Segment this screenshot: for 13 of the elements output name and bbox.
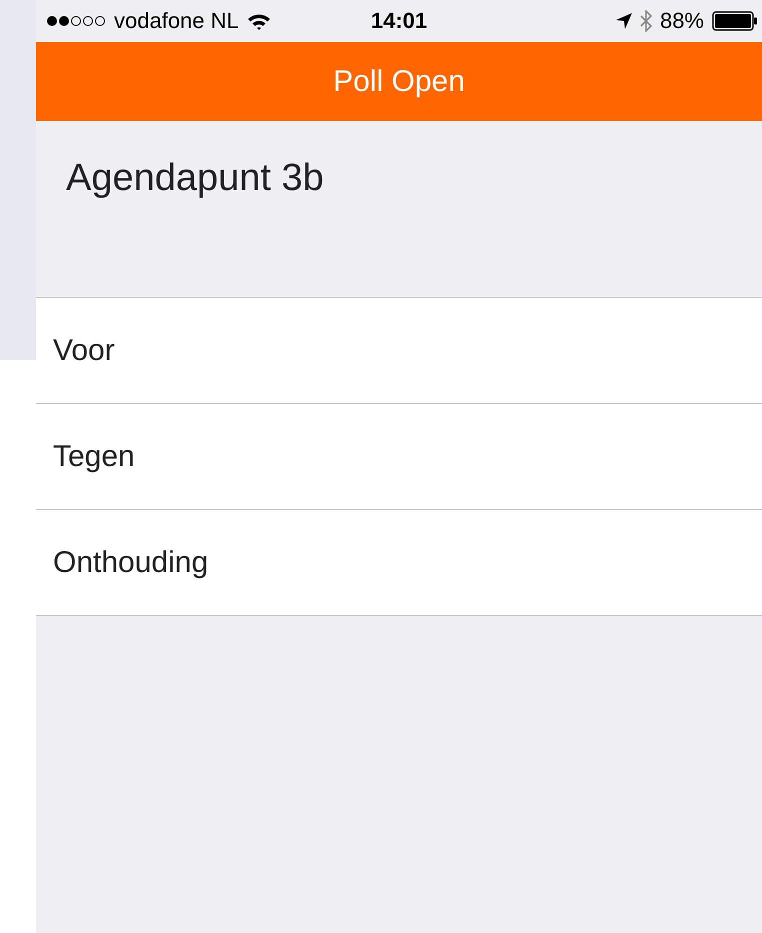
- battery-icon: [712, 11, 758, 31]
- battery-percentage: 88%: [660, 8, 704, 34]
- bluetooth-icon: [640, 10, 652, 32]
- clock-time: 14:01: [370, 8, 428, 34]
- screen-title: Poll Open: [333, 64, 465, 98]
- vote-option[interactable]: Tegen: [36, 404, 762, 510]
- carrier-name: vodafone NL: [114, 8, 239, 34]
- location-arrow-icon: [616, 13, 632, 29]
- vote-option[interactable]: Onthouding: [36, 510, 762, 616]
- wifi-icon: [246, 12, 271, 30]
- signal-icon: [46, 15, 106, 27]
- agenda-item-title: Agendapunt 3b: [66, 157, 324, 199]
- vote-option[interactable]: Voor: [36, 298, 762, 404]
